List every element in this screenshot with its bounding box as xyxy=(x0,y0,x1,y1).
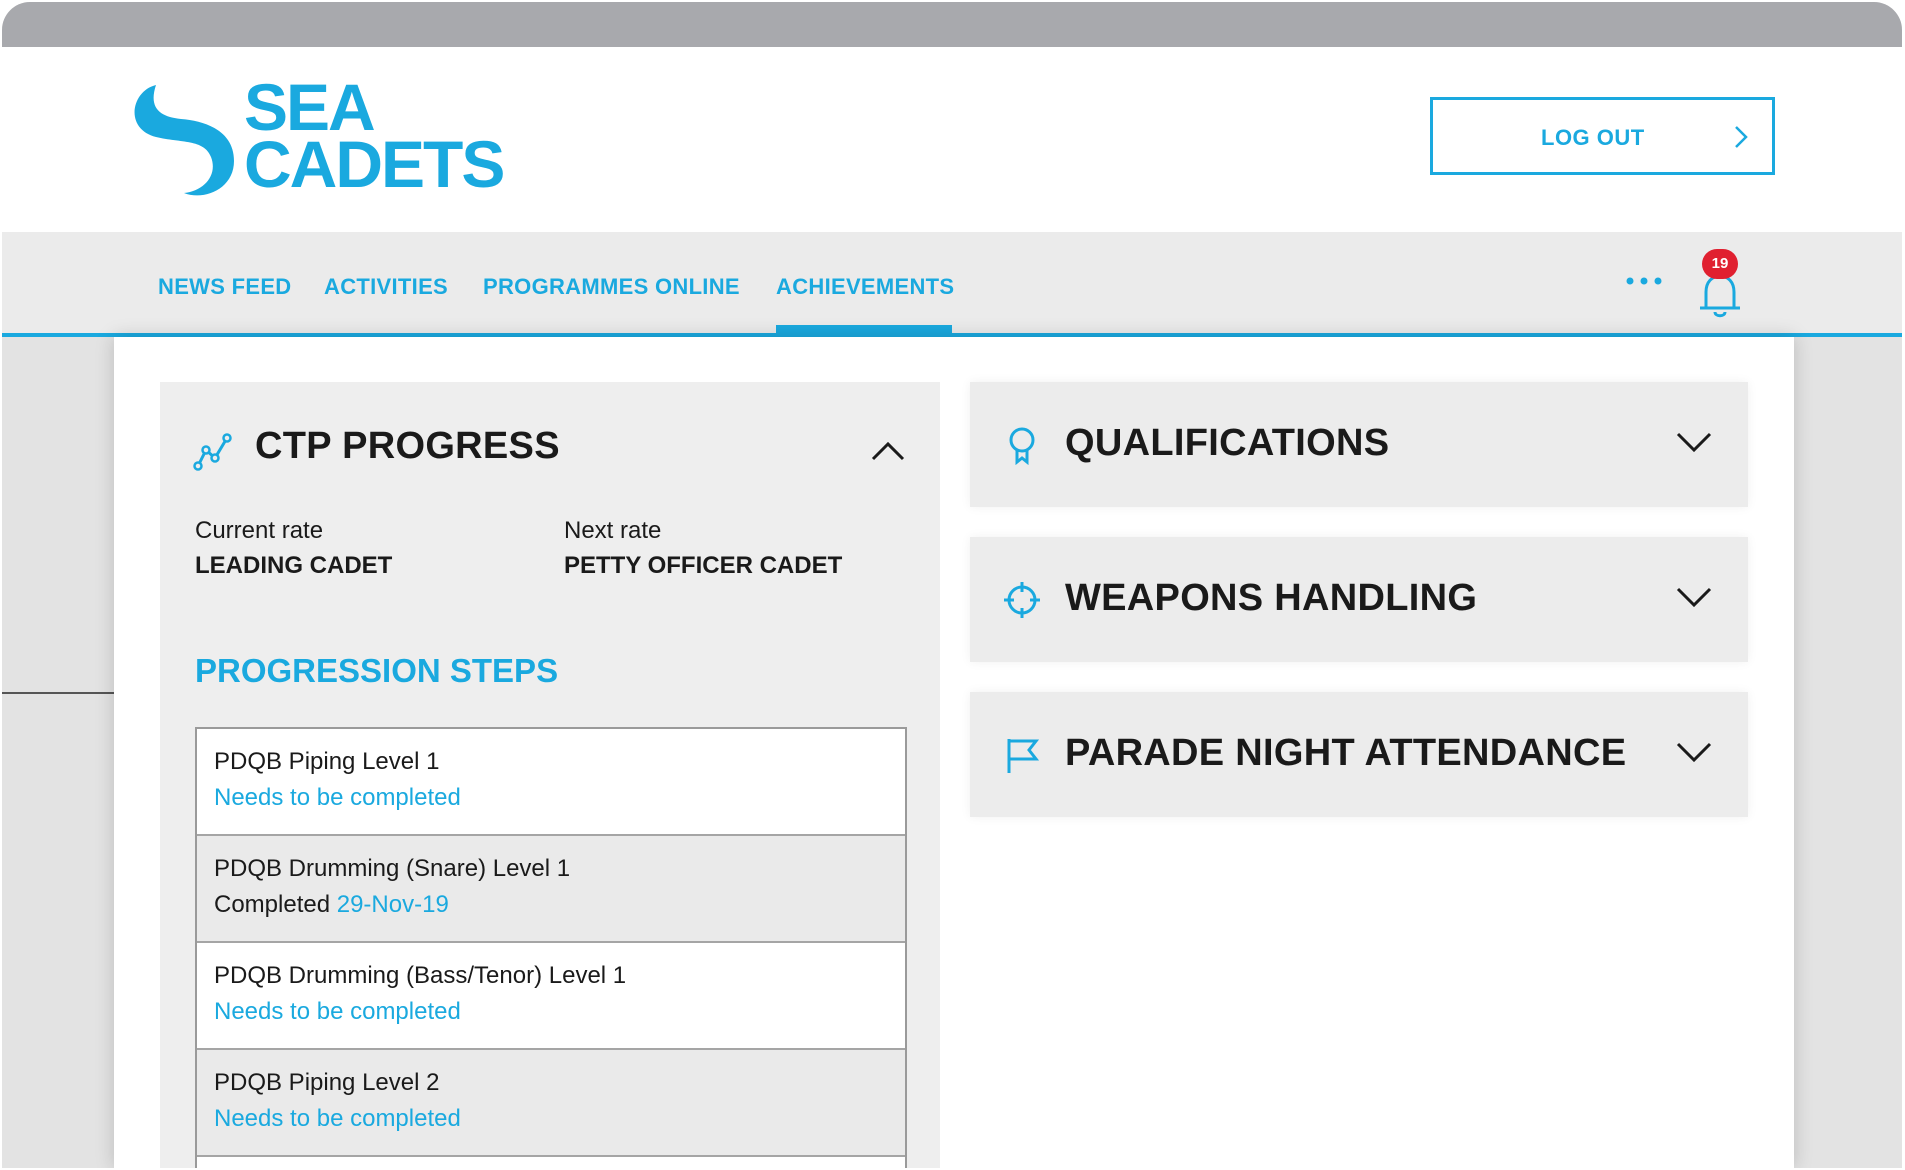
chevron-up-icon[interactable] xyxy=(870,440,906,462)
step-status: Completed 29-Nov-19 xyxy=(214,891,449,919)
step-completed-label: Completed xyxy=(214,891,331,918)
current-rate-value: LEADING CADET xyxy=(195,552,393,579)
sea-cadets-logo[interactable]: SEA CADETS xyxy=(126,74,536,204)
award-ribbon-icon xyxy=(1009,427,1035,465)
nav-active-indicator xyxy=(776,325,952,333)
list-item[interactable]: PDQB Drumming (Snare) Level 1 Completed … xyxy=(197,836,905,943)
chevron-right-icon xyxy=(1735,126,1748,148)
accordion-parade-night-attendance[interactable]: PARADE NIGHT ATTENDANCE xyxy=(970,692,1748,817)
ctp-title: CTP PROGRESS xyxy=(255,425,560,467)
step-status: Needs to be completed xyxy=(214,998,461,1025)
step-name: PDQB Drumming (Bass/Tenor) Level 1 xyxy=(214,962,627,989)
crosshair-icon xyxy=(1004,582,1040,618)
progression-steps-list: PDQB Piping Level 1 Needs to be complete… xyxy=(195,727,907,1168)
next-rate-value: PETTY OFFICER CADET xyxy=(564,552,843,579)
logo-line-2: CADETS xyxy=(244,127,505,201)
main-nav: NEWS FEED ACTIVITIES PROGRAMMES ONLINE A… xyxy=(2,232,1902,337)
nav-item-programmes-online[interactable]: PROGRAMMES ONLINE xyxy=(483,274,740,300)
accordion-title: QUALIFICATIONS xyxy=(1065,422,1390,464)
nav-item-achievements[interactable]: ACHIEVEMENTS xyxy=(776,274,954,300)
step-status: Needs to be completed xyxy=(214,784,461,811)
next-rate-label: Next rate xyxy=(564,517,662,544)
step-completed-date: 29-Nov-19 xyxy=(336,891,449,918)
header: SEA CADETS LOG OUT xyxy=(2,47,1902,232)
app-window: SEA CADETS LOG OUT NEWS FEED ACTIVITIES … xyxy=(2,2,1902,1168)
list-item[interactable]: PDQB Piping Level 2 Needs to be complete… xyxy=(197,1050,905,1157)
logo-wave-icon xyxy=(134,85,234,196)
nav-item-news-feed[interactable]: NEWS FEED xyxy=(158,274,292,300)
list-item[interactable]: PDQB Piping Level 1 Needs to be complete… xyxy=(197,729,905,836)
logout-label: LOG OUT xyxy=(1541,125,1645,150)
logo-wordmark: SEA CADETS xyxy=(244,74,505,201)
chevron-down-icon xyxy=(1676,587,1712,608)
chevron-down-icon xyxy=(1676,432,1712,453)
accordion-title: WEAPONS HANDLING xyxy=(1065,577,1478,619)
flag-icon xyxy=(1007,739,1040,773)
progression-steps-title: PROGRESSION STEPS xyxy=(195,652,559,689)
ctp-progress-card: CTP PROGRESS Current rate LEADING CADET … xyxy=(160,382,940,1168)
list-item[interactable]: PDQB Drumming (Bass/Tenor) Level 1 Needs… xyxy=(197,943,905,1050)
window-top-bar xyxy=(2,2,1902,47)
logout-button[interactable]: LOG OUT xyxy=(1430,97,1775,175)
current-rate-label: Current rate xyxy=(195,517,324,544)
more-dots-icon[interactable] xyxy=(1622,268,1666,294)
accordion-title: PARADE NIGHT ATTENDANCE xyxy=(1065,732,1627,774)
step-name: PDQB Piping Level 2 xyxy=(214,1069,440,1096)
step-name: PDQB Piping Level 1 xyxy=(214,748,440,775)
nav-item-activities[interactable]: ACTIVITIES xyxy=(324,274,448,300)
notification-badge[interactable]: 19 xyxy=(1702,249,1738,279)
chevron-down-icon xyxy=(1676,742,1712,763)
accordion-qualifications[interactable]: QUALIFICATIONS xyxy=(970,382,1748,507)
step-name: PDQB Drumming (Snare) Level 1 xyxy=(214,855,571,882)
accordion-weapons-handling[interactable]: WEAPONS HANDLING xyxy=(970,537,1748,662)
progress-chart-icon xyxy=(193,433,232,471)
step-status: Needs to be completed xyxy=(214,1105,461,1132)
